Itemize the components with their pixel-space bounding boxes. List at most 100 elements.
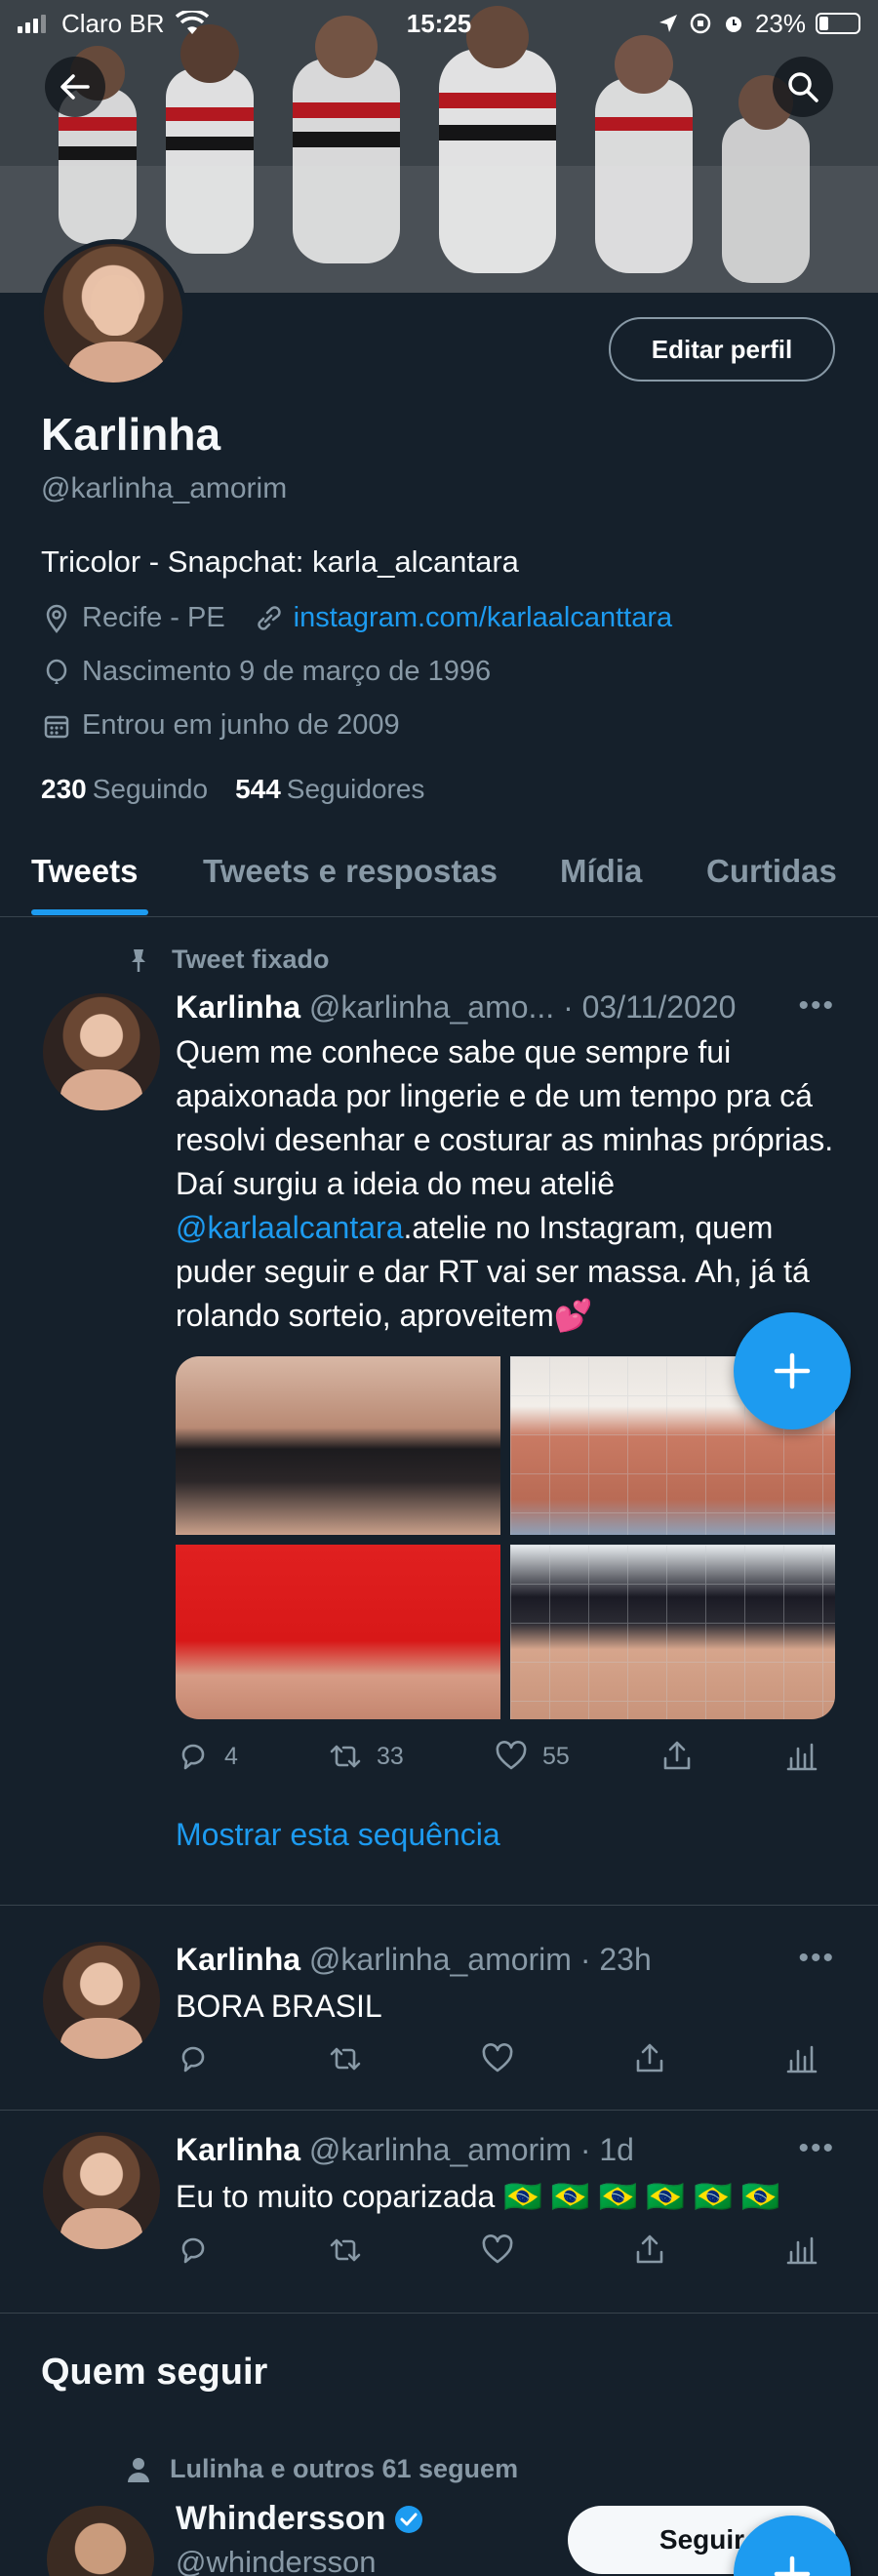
- calendar-icon: [44, 715, 69, 738]
- tweet-text: Quem me conhece sabe que sempre fui apai…: [176, 1030, 839, 1338]
- retweet-button[interactable]: 33: [328, 1739, 404, 1774]
- compose-tweet-button[interactable]: [734, 1312, 851, 1429]
- retweet-button[interactable]: [328, 2233, 363, 2268]
- divider: [0, 1905, 878, 1906]
- tweet-photo[interactable]: [176, 1545, 500, 1719]
- tweet-actions: 4 33 55: [176, 1739, 819, 1774]
- reply-button[interactable]: [176, 2041, 211, 2076]
- tweet-author-name[interactable]: Karlinha: [176, 2132, 300, 2167]
- tweet-text-part: Quem me conhece sabe que sempre fui apai…: [176, 1034, 834, 1201]
- reply-icon: [181, 2046, 205, 2073]
- tweet-avatar[interactable]: [43, 993, 160, 1110]
- share-button[interactable]: [632, 2041, 667, 2076]
- profile-tabs: Tweets Tweets e respostas Mídia Curtidas: [0, 841, 878, 917]
- tab-likes[interactable]: Curtidas: [706, 841, 837, 890]
- tweet-author-name[interactable]: Karlinha: [176, 989, 300, 1025]
- person-icon: [128, 2457, 149, 2482]
- retweet-button[interactable]: [328, 2041, 363, 2076]
- like-button[interactable]: 55: [494, 1739, 570, 1774]
- tweet-mention-link[interactable]: @karlaalcantara: [176, 1210, 403, 1245]
- balloon-icon: [46, 659, 67, 684]
- profile-joined: Entrou em junho de 2009: [82, 709, 400, 741]
- analytics-icon: [786, 2045, 818, 2073]
- social-context: Lulinha e outros 61 seguem: [125, 2454, 518, 2484]
- tweet-author-name[interactable]: Karlinha: [176, 1942, 300, 1977]
- edit-profile-button[interactable]: Editar perfil: [609, 317, 835, 382]
- profile-meta-row: Recife - PE instagram.com/karlaalcanttar…: [41, 602, 672, 634]
- tweet-author-handle: @karlinha_amorim: [308, 2132, 572, 2167]
- profile-name: Karlinha: [41, 409, 221, 460]
- followers-link[interactable]: 544 Seguidores: [235, 774, 424, 805]
- tab-tweets-replies[interactable]: Tweets e respostas: [203, 841, 498, 890]
- retweet-icon: [330, 2238, 361, 2262]
- like-count: 55: [541, 1742, 570, 1770]
- tweet-time[interactable]: · 03/11/2020: [563, 989, 736, 1025]
- tab-tweets[interactable]: Tweets: [31, 841, 138, 890]
- share-button[interactable]: [659, 1739, 695, 1774]
- like-button[interactable]: [480, 2233, 515, 2268]
- share-icon: [636, 2043, 663, 2073]
- back-button[interactable]: [45, 57, 105, 117]
- heart-icon: [482, 2043, 513, 2073]
- following-label: Seguindo: [92, 774, 209, 804]
- following-link[interactable]: 230 Seguindo: [41, 774, 208, 805]
- tweet-media-grid: [176, 1356, 835, 1719]
- retweet-icon: [330, 1745, 361, 1768]
- plus-icon: [774, 1352, 811, 1389]
- profile-website-link[interactable]: instagram.com/karlaalcanttara: [294, 602, 672, 634]
- reply-button[interactable]: [176, 2233, 211, 2268]
- tweet-author-handle: @karlinha_amorim: [308, 1942, 572, 1977]
- analytics-button[interactable]: [784, 1739, 819, 1774]
- follow-counts: 230 Seguindo 544 Seguidores: [41, 774, 424, 805]
- show-thread-link[interactable]: Mostrar esta sequência: [176, 1817, 500, 1853]
- profile-location: Recife - PE: [82, 602, 225, 633]
- share-icon: [663, 1741, 691, 1770]
- tweet-header: Karlinha @karlinha_amorim · 23h: [176, 1942, 652, 1978]
- suggested-user-avatar[interactable]: [47, 2506, 154, 2576]
- analytics-icon: [786, 2236, 818, 2265]
- status-bar: Claro BR 15:25 23%: [0, 0, 878, 47]
- tweet-actions: [176, 2041, 819, 2076]
- retweet-icon: [330, 2047, 361, 2071]
- followers-count: 544: [235, 774, 281, 804]
- heart-icon: [496, 1741, 527, 1770]
- search-icon: [788, 72, 818, 102]
- arrow-left-icon: [60, 74, 90, 100]
- plus-icon: [774, 2556, 811, 2576]
- tweet-actions: [176, 2233, 819, 2268]
- search-button[interactable]: [773, 57, 833, 117]
- tweet-avatar[interactable]: [43, 2132, 160, 2249]
- tab-media[interactable]: Mídia: [560, 841, 642, 890]
- tweet-photo[interactable]: [176, 1356, 500, 1535]
- suggested-user-handle: @whindersson: [176, 2545, 377, 2576]
- active-tab-indicator: [31, 909, 148, 915]
- tweet-time[interactable]: · 1d: [580, 2132, 634, 2167]
- retweet-count: 33: [377, 1742, 404, 1770]
- profile-bio: Tricolor - Snapchat: karla_alcantara: [41, 544, 519, 579]
- heart-icon: [482, 2234, 513, 2264]
- verified-badge-icon: [395, 2505, 423, 2533]
- tweet-author-handle: @karlinha_amo...: [308, 989, 555, 1025]
- tweet-text: Eu to muito coparizada 🇧🇷 🇧🇷 🇧🇷 🇧🇷 🇧🇷 🇧🇷: [176, 2179, 780, 2214]
- share-button[interactable]: [632, 2233, 667, 2268]
- analytics-button[interactable]: [784, 2041, 819, 2076]
- clock: 15:25: [406, 8, 472, 38]
- share-icon: [636, 2234, 663, 2264]
- tweet-time[interactable]: · 23h: [580, 1942, 652, 1977]
- pinned-label: Tweet fixado: [172, 945, 330, 974]
- reply-icon: [181, 1744, 205, 1770]
- profile-avatar[interactable]: [39, 239, 187, 387]
- tweet-header: Karlinha @karlinha_amo... · 03/11/2020: [176, 989, 736, 1026]
- more-options-icon[interactable]: •••: [798, 2132, 835, 2165]
- link-icon: [258, 605, 281, 630]
- tweet-photo[interactable]: [510, 1545, 835, 1719]
- reply-icon: [181, 2237, 205, 2264]
- divider: [0, 2313, 878, 2314]
- more-options-icon[interactable]: •••: [798, 1942, 835, 1975]
- analytics-button[interactable]: [784, 2233, 819, 2268]
- like-button[interactable]: [480, 2041, 515, 2076]
- reply-button[interactable]: 4: [176, 1739, 238, 1774]
- suggested-user-name-row[interactable]: Whindersson: [176, 2500, 424, 2538]
- tweet-avatar[interactable]: [43, 1942, 160, 2059]
- more-options-icon[interactable]: •••: [798, 989, 835, 1023]
